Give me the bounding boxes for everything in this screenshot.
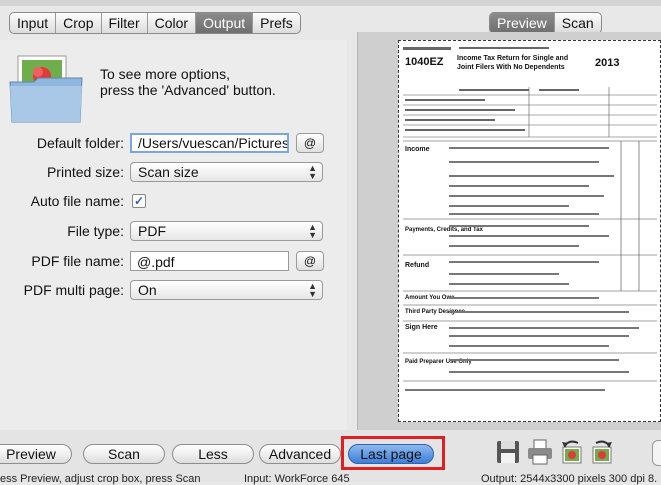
section-amount-owe: Amount You Owe (405, 295, 455, 301)
pdf-multi-page-value: On (138, 282, 157, 298)
file-type-label: File type: (67, 223, 124, 239)
preview-tabs: Preview Scan (489, 12, 602, 34)
default-folder-input[interactable]: /Users/vuescan/Pictures (130, 133, 289, 153)
less-button[interactable]: Less (172, 444, 254, 464)
auto-file-name-label: Auto file name: (30, 193, 124, 209)
tab-scan[interactable]: Scan (555, 13, 601, 33)
pdf-multi-page-select[interactable]: On ▲ ▼ (130, 280, 323, 300)
advanced-hint: To see more options, press the 'Advanced… (100, 66, 276, 98)
form-title-2: Joint Filers With No Dependents (457, 64, 565, 71)
tab-preview[interactable]: Preview (490, 13, 555, 33)
select-arrows-icon: ▲ ▼ (308, 222, 317, 240)
settings-tabs: Input Crop Filter Color Output Prefs (9, 12, 301, 34)
file-type-select[interactable]: PDF ▲ ▼ (130, 221, 323, 241)
default-folder-label: Default folder: (36, 135, 124, 151)
window-titlebar (0, 0, 661, 6)
scroll-handle[interactable] (652, 440, 661, 466)
form-title-1: Income Tax Return for Single and (457, 55, 568, 62)
preview-page[interactable]: 1040EZ Income Tax Return for Single and … (398, 40, 661, 422)
status-output: Output: 2544x3300 pixels 300 dpi 8. (481, 473, 658, 485)
save-icon[interactable] (494, 438, 522, 466)
select-arrows-icon: ▲ ▼ (308, 281, 317, 299)
section-income: Income (405, 146, 430, 153)
pdf-file-name-input[interactable]: @.pdf (130, 251, 289, 271)
rotate-right-icon[interactable] (588, 438, 616, 466)
section-sign-here: Sign Here (405, 324, 438, 331)
pdf-file-name-label: PDF file name: (31, 253, 124, 269)
tab-prefs[interactable]: Prefs (253, 13, 300, 33)
file-type-value: PDF (138, 223, 166, 239)
status-instructions: ess Preview, adjust crop box, press Scan (0, 473, 201, 485)
printed-size-label: Printed size: (46, 164, 124, 180)
status-input: Input: WorkForce 645 (244, 473, 350, 485)
pdf-multi-page-label: PDF multi page: (23, 282, 124, 298)
default-folder-at-button[interactable]: @ (296, 133, 324, 153)
hint-line-1: To see more options, (100, 66, 230, 82)
section-payments: Payments, Credits, and Tax (405, 227, 484, 233)
form-year: 2013 (595, 57, 619, 69)
scan-button[interactable]: Scan (83, 444, 165, 464)
preview-button[interactable]: Preview (0, 444, 72, 464)
hint-line-2: press the 'Advanced' button. (100, 82, 276, 98)
folder-photo-icon (9, 55, 83, 123)
advanced-button[interactable]: Advanced (259, 444, 341, 464)
last-page-highlight (341, 436, 445, 470)
rotate-left-icon[interactable] (558, 438, 586, 466)
tab-input[interactable]: Input (10, 13, 57, 33)
tab-filter[interactable]: Filter (102, 13, 148, 33)
tab-output[interactable]: Output (196, 13, 254, 33)
printed-size-select[interactable]: Scan size ▲ ▼ (130, 162, 323, 182)
tax-form-image: 1040EZ Income Tax Return for Single and … (403, 47, 657, 391)
tab-color[interactable]: Color (148, 13, 197, 33)
select-arrows-icon: ▲ ▼ (308, 163, 317, 181)
printed-size-value: Scan size (138, 164, 199, 180)
print-icon[interactable] (526, 438, 554, 466)
tab-crop[interactable]: Crop (56, 13, 102, 33)
form-number: 1040EZ (405, 56, 444, 68)
pdf-file-name-at-button[interactable]: @ (296, 251, 324, 271)
auto-file-name-checkbox[interactable]: ✓ (132, 194, 146, 208)
section-refund: Refund (405, 262, 429, 269)
